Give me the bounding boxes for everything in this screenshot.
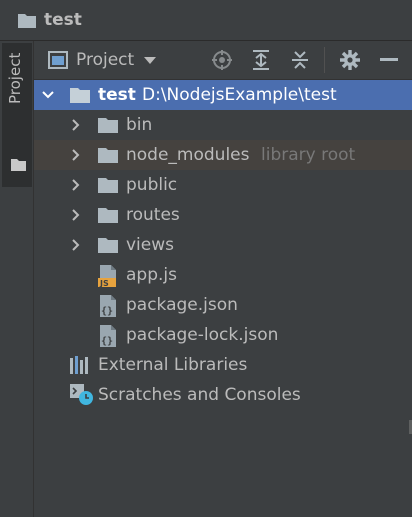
view-selector[interactable]: Project (76, 50, 134, 70)
project-tool-header: Project (34, 41, 412, 80)
folder-name: public (126, 175, 178, 195)
scratches-label: Scratches and Consoles (98, 385, 301, 405)
hide-button[interactable] (378, 49, 400, 71)
collapse-all-button[interactable] (289, 49, 311, 71)
chevron-right-icon[interactable] (70, 179, 82, 191)
scratches-row[interactable]: Scratches and Consoles (34, 380, 412, 410)
folder-name: bin (126, 115, 153, 135)
folder-name: views (126, 235, 175, 255)
folder-icon (98, 178, 118, 193)
breadcrumb-project[interactable]: test (44, 10, 82, 30)
file-name: app.js (126, 265, 177, 285)
folder-icon (70, 88, 90, 103)
library-icon (70, 356, 88, 374)
tree-file-row[interactable]: {} package.json (34, 290, 412, 320)
project-view-icon (48, 51, 68, 69)
external-libraries-label: External Libraries (98, 355, 248, 375)
collapse-all-icon (292, 51, 308, 69)
expand-all-icon (253, 50, 269, 70)
folder-icon (98, 238, 118, 253)
chevron-right-icon[interactable] (70, 119, 82, 131)
external-libraries-row[interactable]: External Libraries (34, 350, 412, 380)
file-name: package-lock.json (126, 325, 279, 345)
folder-icon (98, 208, 118, 223)
navigation-bar: test (0, 0, 412, 41)
chevron-right-icon[interactable] (70, 209, 82, 221)
folder-icon (98, 148, 118, 163)
root-folder-name: test (98, 85, 136, 105)
expand-all-button[interactable] (250, 49, 272, 71)
tree-folder-row[interactable]: routes (34, 200, 412, 230)
folder-icon (18, 13, 36, 28)
gear-icon (340, 50, 360, 70)
json-file-icon: {} (100, 325, 116, 347)
tool-window-strip: Project (0, 41, 34, 517)
folder-icon (11, 159, 26, 171)
settings-button[interactable] (339, 49, 361, 71)
chevron-right-icon[interactable] (70, 239, 82, 251)
tree-root-row[interactable]: test D:\NodejsExample\test (34, 80, 412, 110)
tree-file-row[interactable]: JS app.js (34, 260, 412, 290)
tree-folder-row-library[interactable]: node_modules library root (34, 140, 412, 170)
folder-name: node_modules (126, 145, 250, 165)
project-tool-tab[interactable]: Project (2, 43, 32, 187)
tree-file-row[interactable]: {} package-lock.json (34, 320, 412, 350)
svg-text:{}: {} (101, 336, 113, 347)
project-tab-label: Project (6, 53, 24, 105)
folder-icon (98, 118, 118, 133)
svg-text:JS: JS (99, 279, 109, 287)
chevron-down-icon[interactable] (42, 89, 54, 101)
svg-text:{}: {} (101, 306, 113, 317)
json-file-icon: {} (100, 295, 116, 317)
scratches-icon (70, 384, 93, 405)
js-file-icon: JS (98, 265, 116, 287)
library-root-hint: library root (261, 145, 356, 165)
toolbar-separator (324, 47, 325, 73)
chevron-down-icon[interactable] (144, 57, 157, 65)
root-folder-path: D:\NodejsExample\test (142, 85, 337, 105)
project-tree: test D:\NodejsExample\test bin node_modu… (34, 80, 412, 517)
tree-folder-row[interactable]: bin (34, 110, 412, 140)
minimize-icon (380, 58, 398, 61)
file-name: package.json (126, 295, 238, 315)
chevron-right-icon[interactable] (70, 149, 82, 161)
locate-icon (212, 50, 232, 70)
tree-folder-row[interactable]: views (34, 230, 412, 260)
folder-name: routes (126, 205, 180, 225)
tree-folder-row[interactable]: public (34, 170, 412, 200)
locate-button[interactable] (211, 49, 233, 71)
